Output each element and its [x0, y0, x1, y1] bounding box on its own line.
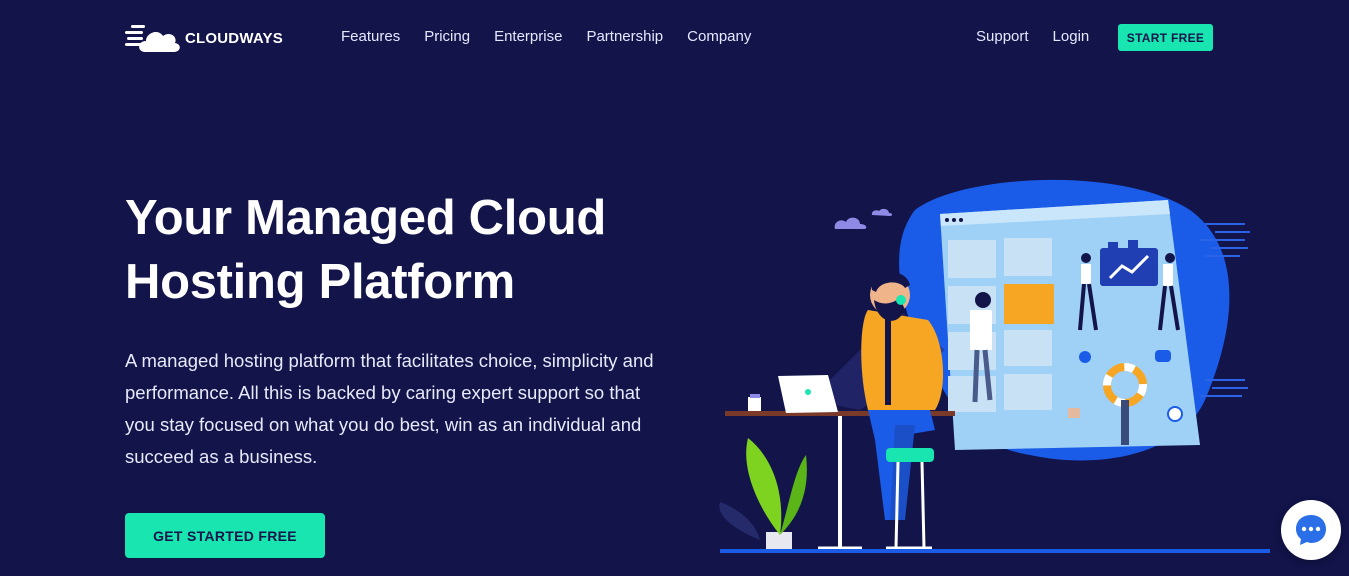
nav-enterprise[interactable]: Enterprise: [494, 28, 562, 45]
brand-name: CLOUDWAYS: [185, 29, 283, 47]
top-navbar: CLOUDWAYS Features Pricing Enterprise Pa…: [0, 0, 1349, 76]
cloud-logo-icon: [125, 25, 180, 52]
nav-company[interactable]: Company: [687, 28, 751, 45]
brand-logo[interactable]: CLOUDWAYS: [125, 22, 283, 54]
nav-features[interactable]: Features: [341, 28, 400, 45]
live-chat-button[interactable]: [1281, 500, 1341, 560]
nav-partnership[interactable]: Partnership: [586, 28, 663, 45]
chat-bubble-icon: [1296, 515, 1326, 545]
start-free-button[interactable]: START FREE: [1118, 24, 1213, 51]
nav-login[interactable]: Login: [1053, 28, 1090, 45]
nav-secondary: Support Login: [976, 28, 1113, 45]
main-nav: Features Pricing Enterprise Partnership …: [341, 28, 751, 45]
nav-pricing[interactable]: Pricing: [424, 28, 470, 45]
get-started-button[interactable]: GET STARTED FREE: [125, 513, 325, 558]
cloud-icon: [834, 208, 893, 229]
hero-description: A managed hosting platform that facilita…: [125, 350, 654, 467]
nav-support[interactable]: Support: [976, 28, 1029, 45]
hero-illustration: [719, 179, 1270, 553]
hero-title: Your Managed Cloud Hosting Platform: [125, 191, 606, 309]
